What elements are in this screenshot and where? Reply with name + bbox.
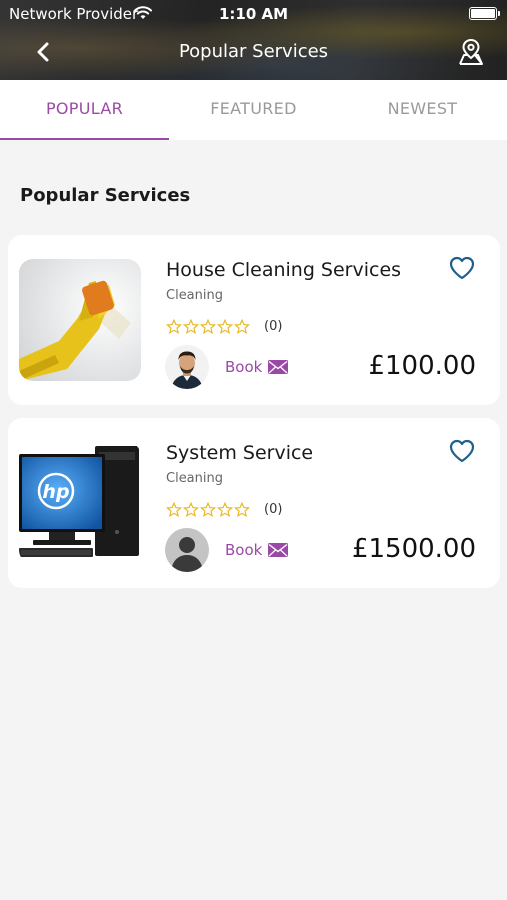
provider-avatar[interactable] (165, 528, 209, 572)
book-label: Book (225, 358, 263, 376)
service-category: Cleaning (166, 288, 223, 303)
star-outline-icon (200, 319, 216, 335)
service-image-cleaning[interactable] (19, 259, 141, 381)
service-category: Cleaning (166, 471, 223, 486)
battery-icon (469, 7, 500, 20)
tab-featured[interactable]: FEATURED (169, 80, 338, 140)
star-outline-icon (166, 319, 182, 335)
star-outline-icon (183, 319, 199, 335)
page-title: Popular Services (178, 41, 329, 62)
app-header: Network Provider 1:10 AM Popular Service… (0, 0, 507, 80)
review-count: (0) (264, 502, 283, 517)
service-image-computer[interactable]: hp (19, 442, 141, 564)
map-pin-icon[interactable] (457, 38, 485, 66)
service-name[interactable]: System Service (166, 442, 313, 464)
star-outline-icon (217, 502, 233, 518)
tab-newest[interactable]: NEWEST (338, 80, 507, 140)
book-label: Book (225, 541, 263, 559)
service-card[interactable]: House Cleaning Services Cleaning (0) Boo… (8, 235, 500, 405)
tab-popular[interactable]: POPULAR (0, 80, 169, 140)
man-portrait-image (165, 345, 209, 389)
star-outline-icon (217, 319, 233, 335)
book-button[interactable]: Book (225, 358, 289, 376)
service-name[interactable]: House Cleaning Services (166, 259, 401, 281)
service-price: £1500.00 (351, 534, 476, 564)
battery-fill (471, 9, 495, 18)
heart-outline-icon[interactable] (448, 255, 476, 281)
mail-icon (268, 543, 289, 557)
review-count: (0) (264, 319, 283, 334)
service-card[interactable]: hp System Service Cleaning (0) Book £150… (8, 418, 500, 588)
gloved-hand-cleaning-image (19, 259, 141, 381)
star-outline-icon (234, 319, 250, 335)
status-time: 1:10 AM (218, 5, 289, 23)
tab-bar: POPULAR FEATURED NEWEST (0, 80, 507, 140)
star-outline-icon (183, 502, 199, 518)
mail-icon (268, 360, 289, 374)
star-outline-icon (234, 502, 250, 518)
book-button[interactable]: Book (225, 541, 289, 559)
status-bar: Network Provider 1:10 AM (0, 0, 507, 28)
rating-stars (166, 319, 250, 336)
star-outline-icon (200, 502, 216, 518)
hp-desktop-computer-image: hp (19, 442, 141, 564)
section-title: Popular Services (20, 185, 191, 206)
service-price: £100.00 (368, 351, 476, 381)
rating-stars (166, 502, 250, 519)
heart-outline-icon[interactable] (448, 438, 476, 464)
default-person-avatar-icon (165, 528, 209, 572)
provider-avatar[interactable] (165, 345, 209, 389)
star-outline-icon (166, 502, 182, 518)
svg-text:hp: hp (42, 481, 69, 503)
